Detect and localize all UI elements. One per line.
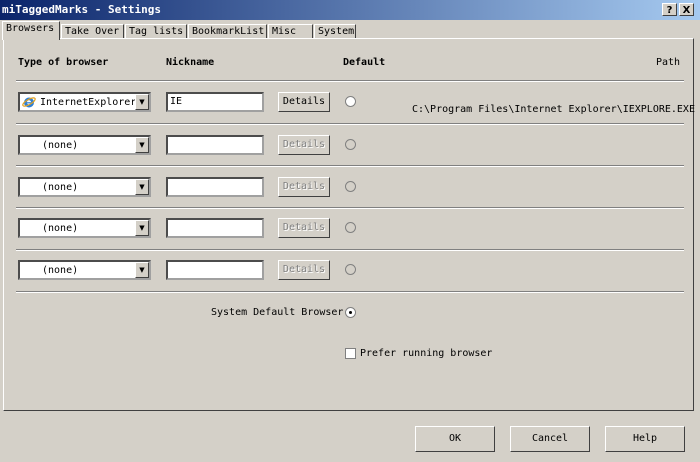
browser-select-5[interactable]: (none) ▼: [18, 260, 151, 280]
default-radio-1[interactable]: [345, 96, 356, 107]
browser-select-value: (none): [42, 182, 79, 193]
system-default-radio[interactable]: [345, 307, 356, 318]
tab-take-over[interactable]: Take Over: [61, 24, 124, 39]
separator: [16, 80, 684, 82]
chevron-down-icon[interactable]: ▼: [135, 94, 149, 110]
tab-tag-lists[interactable]: Tag lists: [125, 24, 187, 39]
details-button-2[interactable]: Details: [278, 135, 330, 155]
chevron-down-icon[interactable]: ▼: [135, 262, 149, 278]
browser-select-1[interactable]: InternetExplorer ▼: [18, 92, 151, 112]
browser-select-value: InternetExplorer: [40, 97, 137, 108]
nickname-input-4[interactable]: [166, 218, 264, 238]
header-type-of-browser: Type of browser: [18, 57, 109, 68]
browser-select-2[interactable]: (none) ▼: [18, 135, 151, 155]
default-radio-2[interactable]: [345, 139, 356, 150]
separator: [16, 249, 684, 251]
window-title: miTaggedMarks - Settings: [2, 3, 161, 16]
separator: [16, 207, 684, 209]
prefer-running-label: Prefer running browser: [360, 348, 493, 359]
cancel-button[interactable]: Cancel: [510, 426, 590, 452]
close-icon[interactable]: X: [679, 3, 694, 16]
header-path: Path: [656, 57, 681, 68]
internet-explorer-icon: [22, 97, 36, 108]
system-default-label: System Default Browser: [211, 307, 344, 318]
prefer-running-checkbox[interactable]: [345, 348, 356, 359]
nickname-input-2[interactable]: [166, 135, 264, 155]
tab-bookmarklist[interactable]: BookmarkList: [188, 24, 267, 39]
radio-selected-dot: [349, 311, 352, 314]
tab-misc[interactable]: Misc: [268, 24, 313, 39]
header-nickname: Nickname: [166, 57, 215, 68]
chevron-down-icon[interactable]: ▼: [135, 179, 149, 195]
nickname-input-1[interactable]: IE: [166, 92, 264, 112]
separator: [16, 291, 684, 293]
browser-select-4[interactable]: (none) ▼: [18, 218, 151, 238]
ok-button[interactable]: OK: [415, 426, 495, 452]
default-radio-4[interactable]: [345, 222, 356, 233]
default-radio-5[interactable]: [345, 264, 356, 275]
details-button-5[interactable]: Details: [278, 260, 330, 280]
separator: [16, 165, 684, 167]
chevron-down-icon[interactable]: ▼: [135, 137, 149, 153]
browser-select-value: (none): [42, 140, 79, 151]
browser-select-3[interactable]: (none) ▼: [18, 177, 151, 197]
browser-select-value: (none): [42, 223, 79, 234]
separator: [16, 123, 684, 125]
tab-strip: Browsers Take Over Tag lists BookmarkLis…: [0, 21, 700, 40]
details-button-4[interactable]: Details: [278, 218, 330, 238]
browser-path-1: C:\Program Files\Internet Explorer\IEXPL…: [412, 104, 695, 115]
details-button-3[interactable]: Details: [278, 177, 330, 197]
chevron-down-icon[interactable]: ▼: [135, 220, 149, 236]
tab-system[interactable]: System: [314, 24, 356, 39]
nickname-input-3[interactable]: [166, 177, 264, 197]
details-button-1[interactable]: Details: [278, 92, 330, 112]
header-default: Default: [343, 57, 386, 68]
browser-select-value: (none): [42, 265, 79, 276]
tab-browsers[interactable]: Browsers: [2, 21, 60, 40]
help-title-button[interactable]: ?: [662, 3, 677, 16]
help-button[interactable]: Help: [605, 426, 685, 452]
title-bar[interactable]: miTaggedMarks - Settings ? X: [0, 0, 700, 20]
default-radio-3[interactable]: [345, 181, 356, 192]
nickname-input-5[interactable]: [166, 260, 264, 280]
